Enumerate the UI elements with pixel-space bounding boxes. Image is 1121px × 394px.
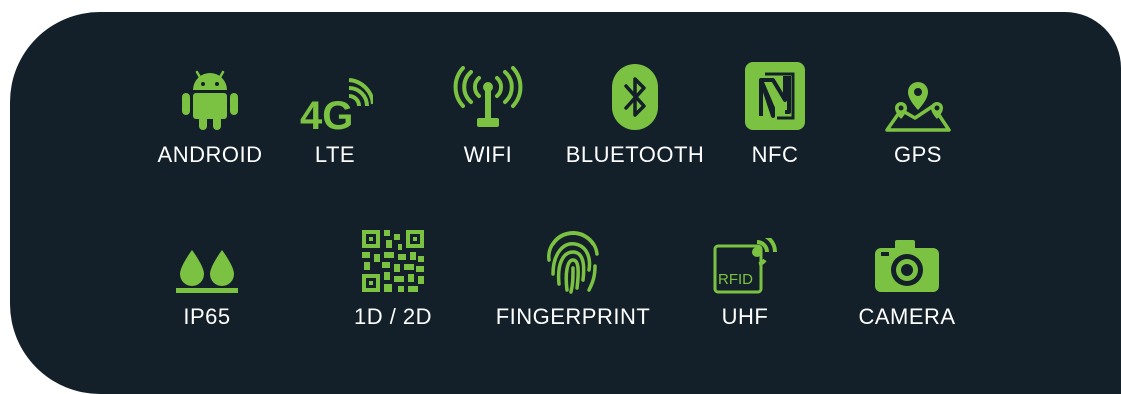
wifi-antenna-icon: [453, 66, 523, 127]
features-panel: ANDROID 4G LTE WIFI BLUETOOTH NFC GPS IP…: [10, 12, 1121, 394]
feature-camera: CAMERA: [822, 222, 992, 330]
bluetooth-icon: [612, 64, 658, 130]
rfid-icon: RFID: [713, 238, 777, 294]
feature-label: FINGERPRINT: [495, 304, 651, 329]
feature-lte: 4G LTE: [250, 60, 420, 168]
svg-text:4G: 4G: [300, 94, 353, 132]
feature-gps: GPS: [833, 60, 1003, 168]
feature-uhf: RFID UHF: [660, 222, 830, 330]
feature-fingerprint: FINGERPRINT: [488, 222, 658, 330]
lte-4g-icon: 4G: [300, 78, 373, 132]
fingerprint-icon: [547, 231, 599, 294]
feature-label: UHF: [721, 304, 769, 329]
feature-label: LTE: [314, 142, 356, 167]
feature-label: 1D / 2D: [353, 304, 433, 329]
nfc-icon: [745, 62, 805, 130]
feature-label: GPS: [894, 142, 942, 167]
water-drops-icon: [176, 250, 238, 293]
qr-code-icon: [362, 230, 424, 292]
gps-map-icon: [885, 82, 951, 132]
android-icon: [182, 70, 238, 130]
feature-label: CAMERA: [858, 304, 956, 329]
svg-text:RFID: RFID: [718, 271, 753, 288]
feature-1d2d: 1D / 2D: [308, 222, 478, 330]
feature-ip65: IP65: [122, 222, 292, 330]
feature-wifi: WIFI: [403, 60, 573, 168]
camera-icon: [875, 240, 939, 292]
feature-label: IP65: [183, 304, 231, 329]
feature-label: WIFI: [463, 142, 513, 167]
